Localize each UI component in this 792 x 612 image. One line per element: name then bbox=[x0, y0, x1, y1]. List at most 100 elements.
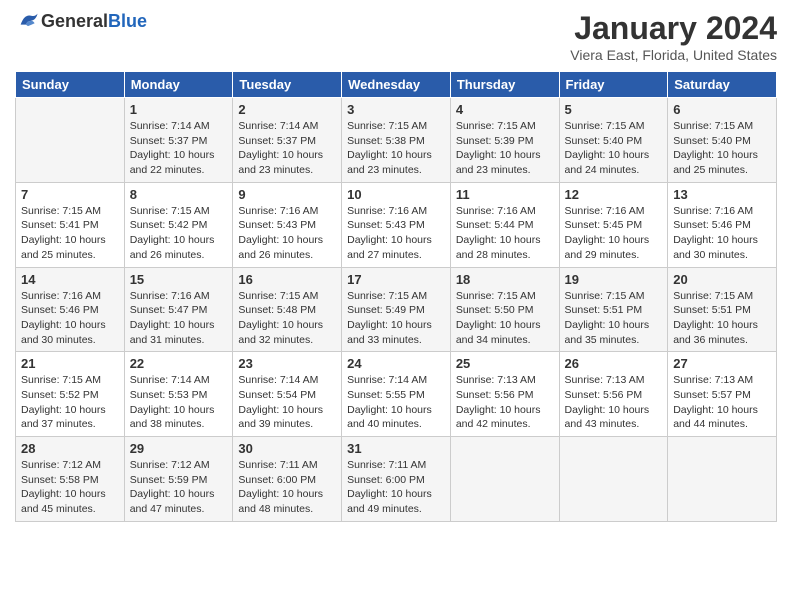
day-cell: 4 Sunrise: 7:15 AM Sunset: 5:39 PM Daylig… bbox=[450, 98, 559, 183]
day-number: 24 bbox=[347, 356, 445, 371]
day-cell: 6 Sunrise: 7:15 AM Sunset: 5:40 PM Daylig… bbox=[668, 98, 777, 183]
day-detail: Sunrise: 7:13 AM Sunset: 5:56 PM Dayligh… bbox=[456, 373, 554, 432]
day-detail: Sunrise: 7:16 AM Sunset: 5:43 PM Dayligh… bbox=[347, 204, 445, 263]
day-cell: 1 Sunrise: 7:14 AM Sunset: 5:37 PM Daylig… bbox=[124, 98, 233, 183]
day-cell: 3Sunrise: 7:15 AM Sunset: 5:38 PM Daylig… bbox=[342, 98, 451, 183]
day-detail: Sunrise: 7:12 AM Sunset: 5:58 PM Dayligh… bbox=[21, 458, 119, 517]
day-detail: Sunrise: 7:16 AM Sunset: 5:46 PM Dayligh… bbox=[21, 289, 119, 348]
month-year-title: January 2024 bbox=[570, 10, 777, 47]
day-number: 7 bbox=[21, 187, 119, 202]
day-cell bbox=[668, 437, 777, 522]
day-number: 12 bbox=[565, 187, 663, 202]
day-detail: Sunrise: 7:14 AM Sunset: 5:37 PM Dayligh… bbox=[130, 119, 228, 178]
day-cell: 20 Sunrise: 7:15 AM Sunset: 5:51 PM Dayli… bbox=[668, 267, 777, 352]
day-cell: 2Sunrise: 7:14 AM Sunset: 5:37 PM Daylig… bbox=[233, 98, 342, 183]
calendar-header: SundayMondayTuesdayWednesdayThursdayFrid… bbox=[16, 72, 777, 98]
day-cell: 12 Sunrise: 7:16 AM Sunset: 5:45 PM Dayli… bbox=[559, 182, 668, 267]
day-number: 23 bbox=[238, 356, 336, 371]
day-detail: Sunrise: 7:11 AM Sunset: 6:00 PM Dayligh… bbox=[347, 458, 445, 517]
day-number: 8 bbox=[130, 187, 228, 202]
header-cell-saturday: Saturday bbox=[668, 72, 777, 98]
logo: GeneralBlue bbox=[15, 10, 147, 32]
week-row-5: 28Sunrise: 7:12 AM Sunset: 5:58 PM Dayli… bbox=[16, 437, 777, 522]
header-cell-sunday: Sunday bbox=[16, 72, 125, 98]
day-number: 19 bbox=[565, 272, 663, 287]
logo-general-text: General bbox=[41, 11, 108, 31]
day-number: 15 bbox=[130, 272, 228, 287]
week-row-3: 14 Sunrise: 7:16 AM Sunset: 5:46 PM Dayli… bbox=[16, 267, 777, 352]
day-number: 13 bbox=[673, 187, 771, 202]
day-number: 20 bbox=[673, 272, 771, 287]
day-number: 17 bbox=[347, 272, 445, 287]
day-number: 31 bbox=[347, 441, 445, 456]
day-number: 4 bbox=[456, 102, 554, 117]
day-number: 6 bbox=[673, 102, 771, 117]
day-number: 10 bbox=[347, 187, 445, 202]
day-number: 29 bbox=[130, 441, 228, 456]
day-detail: Sunrise: 7:15 AM Sunset: 5:49 PM Dayligh… bbox=[347, 289, 445, 348]
day-detail: Sunrise: 7:14 AM Sunset: 5:55 PM Dayligh… bbox=[347, 373, 445, 432]
day-number: 26 bbox=[565, 356, 663, 371]
day-cell: 29 Sunrise: 7:12 AM Sunset: 5:59 PM Dayli… bbox=[124, 437, 233, 522]
day-detail: Sunrise: 7:12 AM Sunset: 5:59 PM Dayligh… bbox=[130, 458, 228, 517]
day-cell bbox=[450, 437, 559, 522]
page-header: GeneralBlue January 2024 Viera East, Flo… bbox=[15, 10, 777, 63]
day-detail: Sunrise: 7:13 AM Sunset: 5:56 PM Dayligh… bbox=[565, 373, 663, 432]
logo-icon bbox=[17, 10, 39, 32]
week-row-2: 7 Sunrise: 7:15 AM Sunset: 5:41 PM Daylig… bbox=[16, 182, 777, 267]
day-cell: 28Sunrise: 7:12 AM Sunset: 5:58 PM Dayli… bbox=[16, 437, 125, 522]
day-cell: 10 Sunrise: 7:16 AM Sunset: 5:43 PM Dayli… bbox=[342, 182, 451, 267]
day-number: 5 bbox=[565, 102, 663, 117]
day-detail: Sunrise: 7:14 AM Sunset: 5:54 PM Dayligh… bbox=[238, 373, 336, 432]
day-number: 9 bbox=[238, 187, 336, 202]
day-detail: Sunrise: 7:16 AM Sunset: 5:45 PM Dayligh… bbox=[565, 204, 663, 263]
day-detail: Sunrise: 7:15 AM Sunset: 5:48 PM Dayligh… bbox=[238, 289, 336, 348]
day-cell: 14 Sunrise: 7:16 AM Sunset: 5:46 PM Dayli… bbox=[16, 267, 125, 352]
day-detail: Sunrise: 7:15 AM Sunset: 5:51 PM Dayligh… bbox=[673, 289, 771, 348]
day-cell: 19Sunrise: 7:15 AM Sunset: 5:51 PM Dayli… bbox=[559, 267, 668, 352]
day-cell: 27Sunrise: 7:13 AM Sunset: 5:57 PM Dayli… bbox=[668, 352, 777, 437]
day-detail: Sunrise: 7:15 AM Sunset: 5:42 PM Dayligh… bbox=[130, 204, 228, 263]
day-detail: Sunrise: 7:15 AM Sunset: 5:38 PM Dayligh… bbox=[347, 119, 445, 178]
day-cell: 22Sunrise: 7:14 AM Sunset: 5:53 PM Dayli… bbox=[124, 352, 233, 437]
header-row: SundayMondayTuesdayWednesdayThursdayFrid… bbox=[16, 72, 777, 98]
day-cell: 11 Sunrise: 7:16 AM Sunset: 5:44 PM Dayli… bbox=[450, 182, 559, 267]
header-cell-wednesday: Wednesday bbox=[342, 72, 451, 98]
day-cell: 23 Sunrise: 7:14 AM Sunset: 5:54 PM Dayli… bbox=[233, 352, 342, 437]
day-cell bbox=[559, 437, 668, 522]
day-detail: Sunrise: 7:15 AM Sunset: 5:52 PM Dayligh… bbox=[21, 373, 119, 432]
day-cell: 31 Sunrise: 7:11 AM Sunset: 6:00 PM Dayli… bbox=[342, 437, 451, 522]
day-detail: Sunrise: 7:16 AM Sunset: 5:47 PM Dayligh… bbox=[130, 289, 228, 348]
day-number: 16 bbox=[238, 272, 336, 287]
day-number: 11 bbox=[456, 187, 554, 202]
day-number: 25 bbox=[456, 356, 554, 371]
day-cell: 8 Sunrise: 7:15 AM Sunset: 5:42 PM Daylig… bbox=[124, 182, 233, 267]
day-cell: 13 Sunrise: 7:16 AM Sunset: 5:46 PM Dayli… bbox=[668, 182, 777, 267]
day-number: 21 bbox=[21, 356, 119, 371]
header-cell-friday: Friday bbox=[559, 72, 668, 98]
calendar-body: 1 Sunrise: 7:14 AM Sunset: 5:37 PM Daylig… bbox=[16, 98, 777, 522]
calendar-table: SundayMondayTuesdayWednesdayThursdayFrid… bbox=[15, 71, 777, 522]
day-detail: Sunrise: 7:15 AM Sunset: 5:39 PM Dayligh… bbox=[456, 119, 554, 178]
day-detail: Sunrise: 7:16 AM Sunset: 5:44 PM Dayligh… bbox=[456, 204, 554, 263]
day-number: 30 bbox=[238, 441, 336, 456]
day-cell: 21 Sunrise: 7:15 AM Sunset: 5:52 PM Dayli… bbox=[16, 352, 125, 437]
day-number: 1 bbox=[130, 102, 228, 117]
day-detail: Sunrise: 7:16 AM Sunset: 5:43 PM Dayligh… bbox=[238, 204, 336, 263]
logo-blue-text: Blue bbox=[108, 11, 147, 31]
day-detail: Sunrise: 7:16 AM Sunset: 5:46 PM Dayligh… bbox=[673, 204, 771, 263]
day-cell: 18Sunrise: 7:15 AM Sunset: 5:50 PM Dayli… bbox=[450, 267, 559, 352]
header-cell-tuesday: Tuesday bbox=[233, 72, 342, 98]
day-number: 27 bbox=[673, 356, 771, 371]
day-number: 14 bbox=[21, 272, 119, 287]
day-cell: 16 Sunrise: 7:15 AM Sunset: 5:48 PM Dayli… bbox=[233, 267, 342, 352]
day-number: 2 bbox=[238, 102, 336, 117]
day-detail: Sunrise: 7:15 AM Sunset: 5:40 PM Dayligh… bbox=[673, 119, 771, 178]
day-detail: Sunrise: 7:15 AM Sunset: 5:41 PM Dayligh… bbox=[21, 204, 119, 263]
day-cell: 9 Sunrise: 7:16 AM Sunset: 5:43 PM Daylig… bbox=[233, 182, 342, 267]
day-cell: 25 Sunrise: 7:13 AM Sunset: 5:56 PM Dayli… bbox=[450, 352, 559, 437]
day-cell: 17 Sunrise: 7:15 AM Sunset: 5:49 PM Dayli… bbox=[342, 267, 451, 352]
location-subtitle: Viera East, Florida, United States bbox=[570, 47, 777, 63]
day-cell: 7 Sunrise: 7:15 AM Sunset: 5:41 PM Daylig… bbox=[16, 182, 125, 267]
day-detail: Sunrise: 7:15 AM Sunset: 5:40 PM Dayligh… bbox=[565, 119, 663, 178]
